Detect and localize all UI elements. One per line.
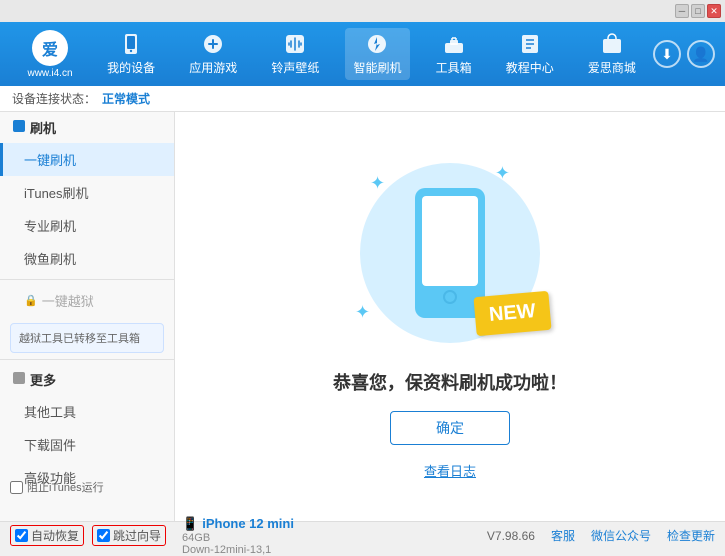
success-text: 恭喜您，保资料刷机成功啦！ — [333, 369, 567, 395]
status-right: V7.98.66 客服 微信公众号 检查更新 — [487, 527, 715, 544]
my-device-icon — [119, 32, 143, 56]
sidebar-item-pro-flash[interactable]: 专业刷机 — [0, 209, 174, 242]
sidebar-divider-2 — [0, 359, 174, 360]
download-button[interactable]: ⬇ — [653, 40, 681, 68]
nav-bar: 我的设备 应用游戏 铃声壁纸 — [90, 28, 653, 80]
header: 爱 www.i4.cn 我的设备 应用游戏 — [0, 22, 725, 86]
nav-apple-store[interactable]: 爱思商城 — [580, 28, 644, 80]
sidebar-item-itunes-flash[interactable]: iTunes刷机 — [0, 176, 174, 209]
content-area: ✦ ✦ ✦ NEW 恭喜您，保资料刷机成功啦！ 确定 查看日志 — [175, 112, 725, 521]
auto-restore-checkbox-label[interactable]: 自动恢复 — [10, 525, 84, 546]
success-content: ✦ ✦ ✦ NEW 恭喜您，保资料刷机成功啦！ 确定 查看日志 — [333, 153, 567, 480]
version-text: V7.98.66 — [487, 529, 535, 543]
connection-bar: 设备连接状态： 正常模式 — [0, 86, 725, 112]
itunes-notice: 阻止iTunes运行 — [10, 479, 104, 495]
status-bar: 自动恢复 跳过向导 📱 iPhone 12 mini 64GB Down-12m… — [0, 521, 725, 549]
sidebar-item-one-click-flash[interactable]: 一键刷机 — [0, 143, 174, 176]
smart-flash-icon — [365, 32, 389, 56]
toolbox-icon — [442, 32, 466, 56]
download-icon: ⬇ — [661, 46, 673, 63]
app-game-icon — [201, 32, 225, 56]
title-bar: ─ □ ✕ — [0, 0, 725, 22]
user-icon: 👤 — [692, 46, 709, 63]
minimize-button[interactable]: ─ — [675, 4, 689, 18]
nav-app-game[interactable]: 应用游戏 — [181, 28, 245, 80]
ringtone-icon — [283, 32, 307, 56]
logo: 爱 www.i4.cn — [10, 30, 90, 79]
connection-status: 正常模式 — [102, 90, 150, 107]
flash-section-icon — [12, 119, 26, 136]
check-update-link[interactable]: 检查更新 — [667, 527, 715, 544]
wechat-public-link[interactable]: 微信公众号 — [591, 527, 651, 544]
sidebar-item-jailbreak: 🔒 一键越狱 — [0, 284, 174, 317]
sidebar-section-flash: 刷机 — [0, 112, 174, 143]
device-os: Down-12mini-13,1 — [182, 544, 294, 556]
sparkle-1: ✦ — [370, 173, 385, 194]
status-left: 自动恢复 跳过向导 📱 iPhone 12 mini 64GB Down-12m… — [10, 516, 294, 556]
nav-ringtone[interactable]: 铃声壁纸 — [263, 28, 327, 80]
phone-screen — [422, 196, 478, 286]
itunes-checkbox[interactable] — [10, 481, 23, 494]
apple-store-icon — [600, 32, 624, 56]
sidebar-item-download-firmware[interactable]: 下载固件 — [0, 428, 174, 461]
header-right: ⬇ 👤 — [653, 40, 715, 68]
user-button[interactable]: 👤 — [687, 40, 715, 68]
logo-subtitle: www.i4.cn — [27, 68, 72, 79]
device-info: 📱 iPhone 12 mini 64GB Down-12mini-13,1 — [182, 516, 294, 556]
nav-tutorial[interactable]: 教程中心 — [498, 28, 562, 80]
sidebar-item-other-tools[interactable]: 其他工具 — [0, 395, 174, 428]
skip-wizard-checkbox-label[interactable]: 跳过向导 — [92, 525, 166, 546]
auto-restore-checkbox[interactable] — [15, 529, 28, 542]
main-layout: 刷机 一键刷机 iTunes刷机 专业刷机 微鱼刷机 🔒 一键越狱 越狱工具已转… — [0, 112, 725, 521]
nav-my-device[interactable]: 我的设备 — [99, 28, 163, 80]
device-storage: 64GB — [182, 532, 294, 544]
logo-icon: 爱 — [32, 30, 68, 66]
sidebar: 刷机 一键刷机 iTunes刷机 专业刷机 微鱼刷机 🔒 一键越狱 越狱工具已转… — [0, 112, 175, 521]
sparkle-3: ✦ — [355, 302, 370, 323]
lock-icon: 🔒 — [24, 294, 38, 307]
more-section-icon — [12, 371, 26, 388]
new-badge: NEW — [474, 291, 552, 336]
sidebar-item-micro-flash[interactable]: 微鱼刷机 — [0, 242, 174, 275]
sidebar-divider-1 — [0, 279, 174, 280]
nav-toolbox[interactable]: 工具箱 — [428, 28, 480, 80]
device-icon: 📱 — [182, 516, 198, 532]
nav-smart-flash[interactable]: 智能刷机 — [345, 28, 409, 80]
close-button[interactable]: ✕ — [707, 4, 721, 18]
confirm-button[interactable]: 确定 — [390, 411, 510, 445]
skip-wizard-checkbox[interactable] — [97, 529, 110, 542]
device-name-row: 📱 iPhone 12 mini — [182, 516, 294, 532]
sidebar-section-more: 更多 — [0, 364, 174, 395]
phone-home-button — [443, 290, 457, 304]
tutorial-icon — [518, 32, 542, 56]
jailbreak-notice-box: 越狱工具已转移至工具箱 — [10, 323, 164, 353]
connection-label: 设备连接状态： — [12, 90, 96, 107]
phone-illustration: ✦ ✦ ✦ NEW — [340, 153, 560, 353]
customer-service-link[interactable]: 客服 — [551, 527, 575, 544]
maximize-button[interactable]: □ — [691, 4, 705, 18]
explore-link[interactable]: 查看日志 — [424, 461, 476, 480]
sparkle-2: ✦ — [495, 163, 510, 184]
